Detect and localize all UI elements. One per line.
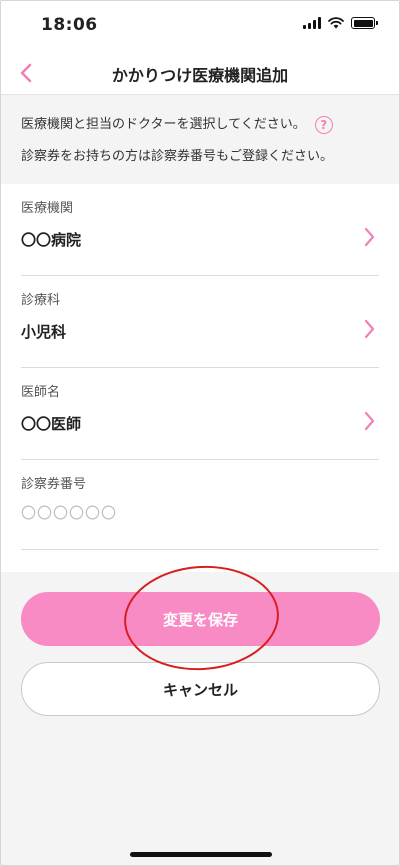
status-time: 18:06 (41, 15, 98, 35)
question-circle-icon[interactable]: ? (314, 116, 333, 134)
field-medical-institution[interactable]: 医療機関 〇〇病院 (21, 184, 379, 276)
field-value: 〇〇病院 (21, 231, 82, 249)
field-department[interactable]: 診療科 小児科 (21, 276, 379, 368)
instruction-text-2: 診察券をお持ちの方は診察券番号もご登録ください。 (21, 149, 334, 164)
cellular-signal-icon (303, 17, 321, 29)
home-indicator (130, 852, 272, 857)
page-title: かかりつけ医療機関追加 (111, 66, 289, 85)
wifi-icon (328, 17, 344, 29)
save-changes-button[interactable]: 変更を保存 (21, 592, 380, 646)
field-patient-card-number: 診察券番号 (21, 460, 379, 550)
field-label: 医療機関 (21, 201, 74, 216)
field-label: 診療科 (21, 293, 61, 308)
battery-level (353, 19, 373, 27)
battery-icon (351, 17, 378, 29)
instructions: 医療機関と担当のドクターを選択してください。 ? 診察券をお持ちの方は診察券番号… (1, 96, 399, 184)
instruction-line-2: 診察券をお持ちの方は診察券番号もご登録ください。 (21, 148, 379, 166)
field-label: 診察券番号 (21, 477, 87, 492)
cancel-button[interactable]: キャンセル (21, 662, 380, 716)
field-label: 医師名 (21, 385, 61, 400)
instruction-text-1: 医療機関と担当のドクターを選択してください。 (21, 117, 306, 132)
chevron-right-icon[interactable] (361, 318, 377, 340)
field-value: 小児科 (21, 323, 67, 341)
chevron-right-icon[interactable] (361, 410, 377, 432)
status-bar: 18:06 (1, 1, 399, 51)
registration-form: 医療機関 〇〇病院 診療科 小児科 医師名 〇〇医師 診察券番号 (1, 184, 399, 572)
chevron-right-icon[interactable] (361, 226, 377, 248)
patient-card-number-input[interactable] (21, 500, 361, 526)
app-screen: 18:06 かかりつけ医療機関追加 医療機関と担当のドクターを選択してください。… (0, 0, 400, 866)
instruction-line-1: 医療機関と担当のドクターを選択してください。 ? (21, 116, 379, 134)
field-value: 〇〇医師 (21, 415, 82, 433)
nav-bar: かかりつけ医療機関追加 (1, 51, 399, 95)
status-icons (303, 17, 378, 29)
field-doctor-name[interactable]: 医師名 〇〇医師 (21, 368, 379, 460)
